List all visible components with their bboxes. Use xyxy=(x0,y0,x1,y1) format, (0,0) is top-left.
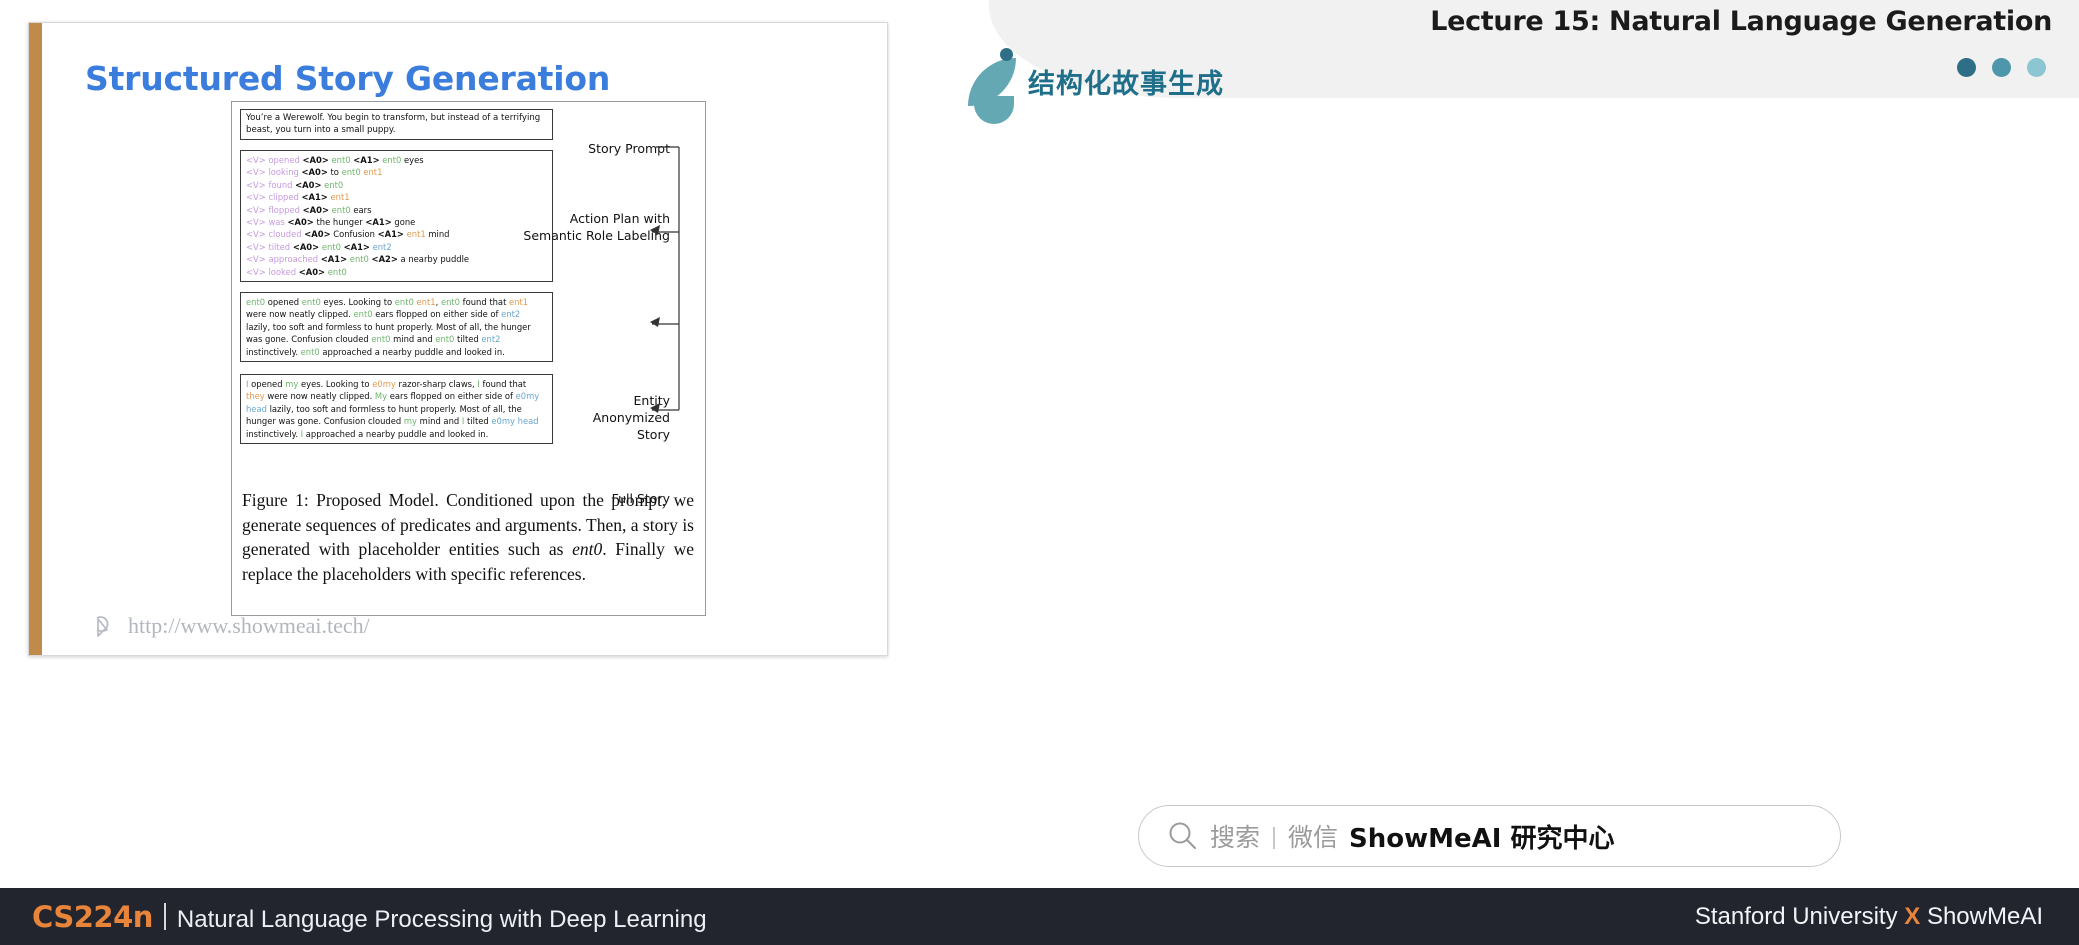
full-story-text: I opened my eyes. Looking to e0my razo… xyxy=(246,379,539,439)
label-action-plan: Action Plan with Semantic Role Labeling xyxy=(522,210,670,244)
label-story-prompt: Story Prompt xyxy=(522,140,670,157)
cursor-arrow-icon xyxy=(91,613,117,639)
search-icon xyxy=(1167,820,1199,852)
action-plan-line: <V> clouded <A0> Confusion <A1> ent1 min… xyxy=(246,228,547,240)
action-plan-line: <V> flopped <A0> ent0 ears xyxy=(246,204,547,216)
action-plan-line: <V> tilted <A0> ent0 <A1> ent2 xyxy=(246,241,547,253)
figure-caption: Figure 1: Proposed Model. Conditioned up… xyxy=(242,488,694,586)
decor-dot-group xyxy=(1957,58,2046,77)
section-title-cn: 结构化故事生成 xyxy=(1028,62,1224,101)
footer-attribution: Stanford University X ShowMeAI xyxy=(1695,903,2043,931)
action-plan-lines: <V> opened <A0> ent0 <A1> ent0 eyes <V> l… xyxy=(246,154,547,278)
page-title: Structured Story Generation xyxy=(85,59,610,98)
footer-left: CS224n Natural Language Processing with … xyxy=(32,900,707,934)
paper-figure: You’re a Werewolf. You begin to transfor… xyxy=(231,101,706,616)
decor-dot xyxy=(1957,58,1976,77)
lecture-title: Lecture 15: Natural Language Generation xyxy=(1430,6,2052,37)
footer-divider xyxy=(164,903,166,930)
action-plan-line: <V> looking <A0> to ent0 ent1 xyxy=(246,166,547,178)
footer-brand: ShowMeAI xyxy=(1927,903,2043,930)
slide-accent-bar xyxy=(29,23,42,655)
watermark-url: http://www.showmeai.tech/ xyxy=(128,613,370,639)
footer-x: X xyxy=(1904,903,1920,930)
footer-university: Stanford University xyxy=(1695,903,1898,930)
search-bar[interactable]: 搜索 | 微信 ShowMeAI 研究中心 xyxy=(1138,805,1841,867)
footer-bar: CS224n Natural Language Processing with … xyxy=(0,888,2079,945)
action-plan-line: <V> found <A0> ent0 xyxy=(246,179,547,191)
search-placeholder: 搜索 xyxy=(1210,818,1260,854)
footer-course-code: CS224n xyxy=(32,900,153,934)
anonymized-story-text: ent0 opened ent0 eyes. Looking to ent0 e… xyxy=(246,297,531,357)
footer-course-name: Natural Language Processing with Deep Le… xyxy=(177,906,707,934)
search-brand: ShowMeAI 研究中心 xyxy=(1349,818,1614,855)
story-prompt-box: You’re a Werewolf. You begin to transfor… xyxy=(240,109,553,140)
decor-blob-secondary xyxy=(974,96,1014,124)
action-plan-line: <V> looked <A0> ent0 xyxy=(246,266,547,278)
label-entity-anonymized-story: Entity Anonymized Story xyxy=(560,392,670,443)
action-plan-box: <V> opened <A0> ent0 <A1> ent0 eyes <V> l… xyxy=(240,150,553,282)
action-plan-line: <V> approached <A1> ent0 <A2> a nearby p… xyxy=(246,253,547,265)
slide-card: Structured Story Generation You’re a Wer… xyxy=(28,22,888,656)
anonymized-story-box: ent0 opened ent0 eyes. Looking to ent0 e… xyxy=(240,292,553,362)
right-panel: Lecture 15: Natural Language Generation … xyxy=(890,0,2079,900)
action-plan-line: <V> opened <A0> ent0 <A1> ent0 eyes xyxy=(246,154,547,166)
decor-dot xyxy=(1000,48,1013,61)
slide-root: Structured Story Generation You’re a Wer… xyxy=(0,0,2079,945)
search-channel: 微信 xyxy=(1288,818,1338,854)
decor-dot xyxy=(2027,58,2046,77)
decor-dot xyxy=(1992,58,2011,77)
watermark: http://www.showmeai.tech/ xyxy=(91,613,370,639)
full-story-box: I opened my eyes. Looking to e0my razo… xyxy=(240,374,553,444)
action-plan-line: <V> clipped <A1> ent1 xyxy=(246,191,547,203)
search-divider: | xyxy=(1271,823,1277,850)
action-plan-line: <V> was <A0> the hunger <A1> gone xyxy=(246,216,547,228)
